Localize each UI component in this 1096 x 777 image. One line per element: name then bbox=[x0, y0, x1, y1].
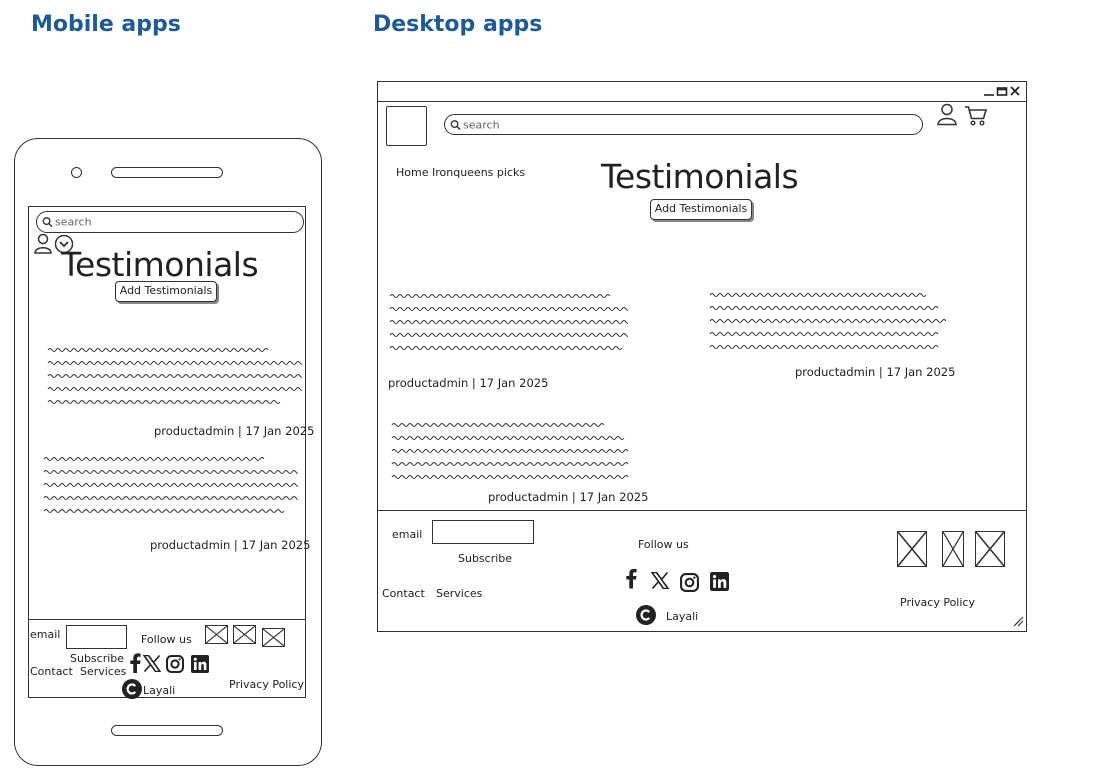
close-icon[interactable] bbox=[1009, 85, 1021, 97]
resize-handle-icon[interactable] bbox=[1013, 616, 1024, 627]
desktop-footer-brand: Layali bbox=[666, 610, 699, 623]
desktop-footer-email-label: email bbox=[392, 528, 423, 541]
copyright-icon bbox=[122, 679, 142, 699]
mobile-footer-divider bbox=[28, 619, 306, 620]
desktop-footer-divider bbox=[377, 510, 1027, 511]
user-icon[interactable] bbox=[937, 103, 957, 126]
mobile-footer-brand: Layali bbox=[143, 684, 176, 697]
mobile-footer-privacy-policy[interactable]: Privacy Policy bbox=[229, 678, 304, 691]
user-icon[interactable] bbox=[34, 233, 52, 255]
mobile-footer-email-input[interactable] bbox=[66, 625, 127, 649]
desktop-logo-placeholder[interactable] bbox=[386, 106, 427, 146]
desktop-footer-email-input[interactable] bbox=[432, 520, 534, 544]
instagram-icon[interactable] bbox=[166, 655, 184, 673]
linkedin-icon[interactable] bbox=[710, 572, 729, 591]
mobile-footer-image-placeholder-2 bbox=[233, 625, 256, 644]
desktop-testimonial-author-2: productadmin | 17 Jan 2025 bbox=[795, 365, 956, 379]
instagram-icon[interactable] bbox=[680, 573, 699, 592]
mobile-add-testimonials-button[interactable]: Add Testimonials bbox=[115, 281, 217, 302]
maximize-icon[interactable] bbox=[996, 85, 1008, 97]
mobile-footer-services[interactable]: Services bbox=[80, 665, 126, 678]
desktop-footer-image-placeholder-2 bbox=[942, 531, 964, 567]
desktop-testimonial-text-3 bbox=[391, 423, 629, 479]
mobile-footer-follow-us: Follow us bbox=[141, 633, 192, 646]
mobile-footer-email-label: email bbox=[30, 628, 61, 641]
desktop-add-testimonials-button[interactable]: Add Testimonials bbox=[650, 199, 752, 220]
mobile-apps-heading: Mobile apps bbox=[31, 12, 181, 37]
x-icon[interactable] bbox=[651, 572, 669, 589]
mobile-testimonial-text-2 bbox=[43, 457, 298, 513]
desktop-search-input[interactable]: search bbox=[444, 114, 923, 135]
mobile-page-title: Testimonials bbox=[61, 245, 259, 284]
search-icon bbox=[450, 119, 461, 130]
mobile-footer-subscribe[interactable]: Subscribe bbox=[70, 652, 124, 665]
mobile-footer-contact[interactable]: Contact bbox=[30, 665, 73, 678]
mobile-testimonial-text-1 bbox=[47, 348, 302, 404]
mobile-testimonial-author-2: productadmin | 17 Jan 2025 bbox=[150, 538, 311, 552]
linkedin-icon[interactable] bbox=[191, 655, 209, 673]
desktop-footer-image-placeholder-1 bbox=[897, 531, 927, 567]
desktop-titlebar-divider bbox=[377, 101, 1027, 102]
desktop-footer-subscribe[interactable]: Subscribe bbox=[458, 552, 512, 565]
facebook-icon[interactable] bbox=[625, 568, 637, 589]
desktop-footer-privacy-policy[interactable]: Privacy Policy bbox=[900, 596, 975, 609]
mobile-footer-image-placeholder-1 bbox=[205, 625, 228, 644]
desktop-footer-services[interactable]: Services bbox=[436, 587, 482, 600]
mobile-testimonial-author-1: productadmin | 17 Jan 2025 bbox=[154, 424, 315, 438]
desktop-testimonial-author-1: productadmin | 17 Jan 2025 bbox=[388, 376, 549, 390]
phone-speaker bbox=[111, 167, 223, 178]
desktop-nav-links[interactable]: Home Ironqueens picks bbox=[396, 166, 525, 179]
search-placeholder: search bbox=[55, 215, 92, 229]
search-icon bbox=[42, 217, 53, 228]
facebook-icon[interactable] bbox=[129, 653, 141, 673]
mobile-search-input[interactable]: search bbox=[36, 211, 304, 233]
desktop-apps-heading: Desktop apps bbox=[373, 12, 543, 37]
search-placeholder: search bbox=[463, 118, 500, 131]
desktop-page-title: Testimonials bbox=[601, 157, 799, 196]
x-icon[interactable] bbox=[143, 655, 161, 672]
phone-home-bar[interactable] bbox=[111, 725, 223, 736]
cart-icon[interactable] bbox=[964, 105, 988, 126]
phone-camera bbox=[71, 167, 82, 178]
copyright-icon bbox=[636, 605, 656, 625]
desktop-footer-image-placeholder-3 bbox=[975, 531, 1005, 567]
desktop-testimonial-text-2 bbox=[709, 293, 946, 349]
mobile-footer-image-placeholder-3 bbox=[262, 628, 285, 647]
minimize-icon[interactable] bbox=[983, 85, 995, 97]
desktop-footer-contact[interactable]: Contact bbox=[382, 587, 425, 600]
desktop-testimonial-text-1 bbox=[389, 294, 628, 350]
desktop-testimonial-author-3: productadmin | 17 Jan 2025 bbox=[488, 490, 649, 504]
desktop-footer-follow-us: Follow us bbox=[638, 538, 689, 551]
